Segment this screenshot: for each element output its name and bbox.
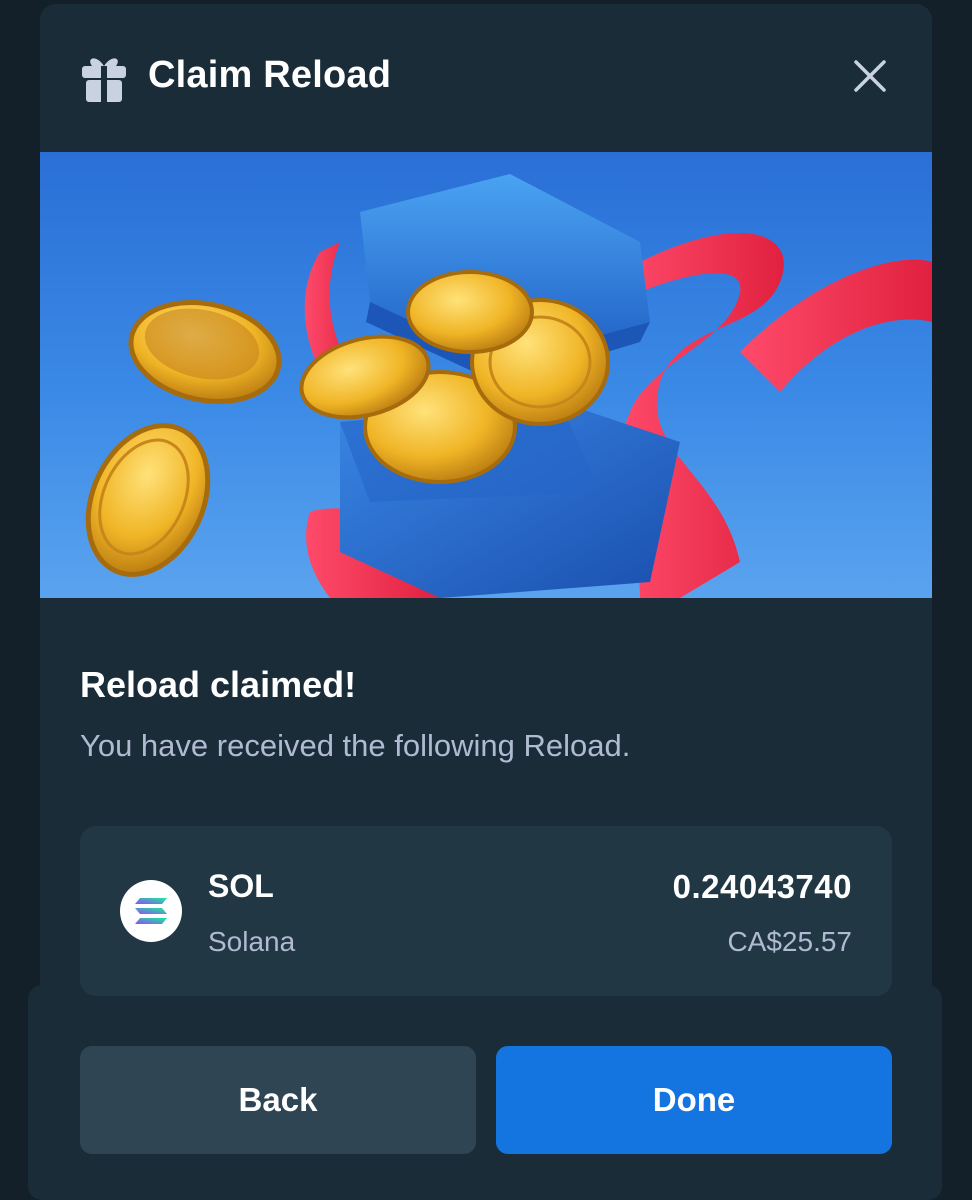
claim-success-heading: Reload claimed! — [80, 664, 357, 705]
reload-banner-image — [40, 152, 932, 598]
claim-reload-modal: Claim Reload Reload claimed! You have re… — [40, 4, 932, 1192]
done-button[interactable]: Done — [496, 1046, 892, 1154]
modal-header: Claim Reload — [40, 4, 932, 152]
close-icon[interactable] — [850, 56, 890, 96]
modal-title: Claim Reload — [148, 54, 392, 96]
reload-asset-card: SOL Solana 0.24043740 CA$25.57 — [80, 826, 892, 996]
solana-icon — [120, 880, 182, 942]
claim-success-subtext: You have received the following Reload. — [80, 728, 631, 763]
asset-name: Solana — [208, 926, 296, 957]
asset-amount: 0.24043740 — [672, 868, 852, 905]
asset-symbol: SOL — [208, 868, 274, 904]
asset-fiat-value: CA$25.57 — [727, 926, 852, 957]
gift-box-coins-illustration — [85, 174, 932, 598]
gift-icon — [82, 58, 126, 102]
back-button[interactable]: Back — [80, 1046, 476, 1154]
